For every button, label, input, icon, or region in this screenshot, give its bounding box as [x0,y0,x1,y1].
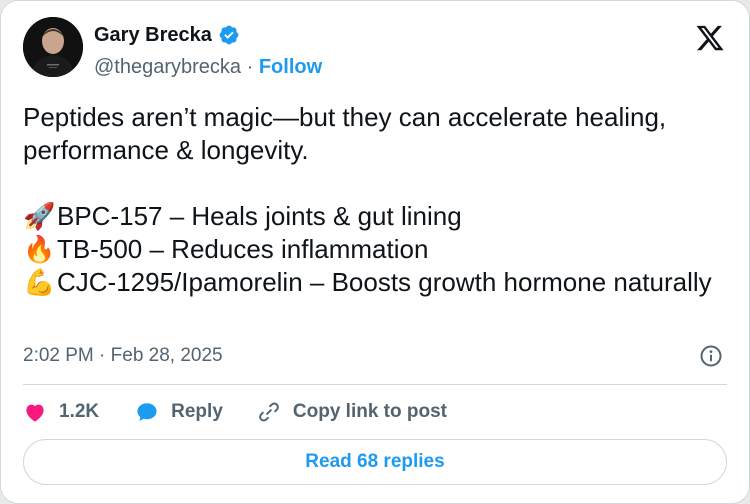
author-name[interactable]: Gary Brecka [94,23,240,47]
info-icon[interactable] [699,344,723,368]
fire-emoji-icon: 🔥 [23,234,56,264]
tweet-timestamp[interactable]: 2:02 PM · Feb 28, 2025 [23,344,223,368]
reply-label: Reply [171,401,223,422]
read-replies-button[interactable]: Read 68 replies [23,439,727,485]
tweet-intro: Peptides aren’t magic—but they can accel… [23,102,674,165]
tweet-item-2: TB-500 – Reduces inflammation [57,234,429,264]
tweet-text: Peptides aren’t magic—but they can accel… [23,101,723,299]
flexed-biceps-emoji-icon: 💪 [23,267,56,297]
divider [23,384,727,385]
link-icon [259,402,279,422]
like-button[interactable]: 1.2K [23,400,99,424]
verified-badge-icon [219,25,239,45]
x-logo-icon[interactable] [695,23,725,53]
tweet-item-1: BPC-157 – Heals joints & gut lining [57,201,462,231]
author-handle[interactable]: @thegarybrecka [94,56,241,78]
follow-button[interactable]: Follow [259,56,322,78]
like-count: 1.2K [59,401,100,422]
reply-bubble-icon [137,403,157,421]
embedded-tweet-card: Gary Brecka @thegarybrecka · Follow Pept… [0,0,750,504]
reply-button[interactable]: Reply [135,400,223,424]
author-name-text[interactable]: Gary Brecka [94,23,212,47]
heart-icon [26,404,44,422]
handle-separator: · [246,56,254,78]
tweet-item-3: CJC-1295/Ipamorelin – Boosts growth horm… [57,267,712,297]
avatar[interactable] [23,17,83,77]
handle-row: @thegarybrecka · Follow [94,55,322,79]
copy-link-button[interactable]: Copy link to post [257,400,447,424]
copy-link-label: Copy link to post [292,401,447,422]
rocket-emoji-icon: 🚀 [23,201,56,231]
action-bar: 1.2K Reply Copy link to post [23,397,447,427]
